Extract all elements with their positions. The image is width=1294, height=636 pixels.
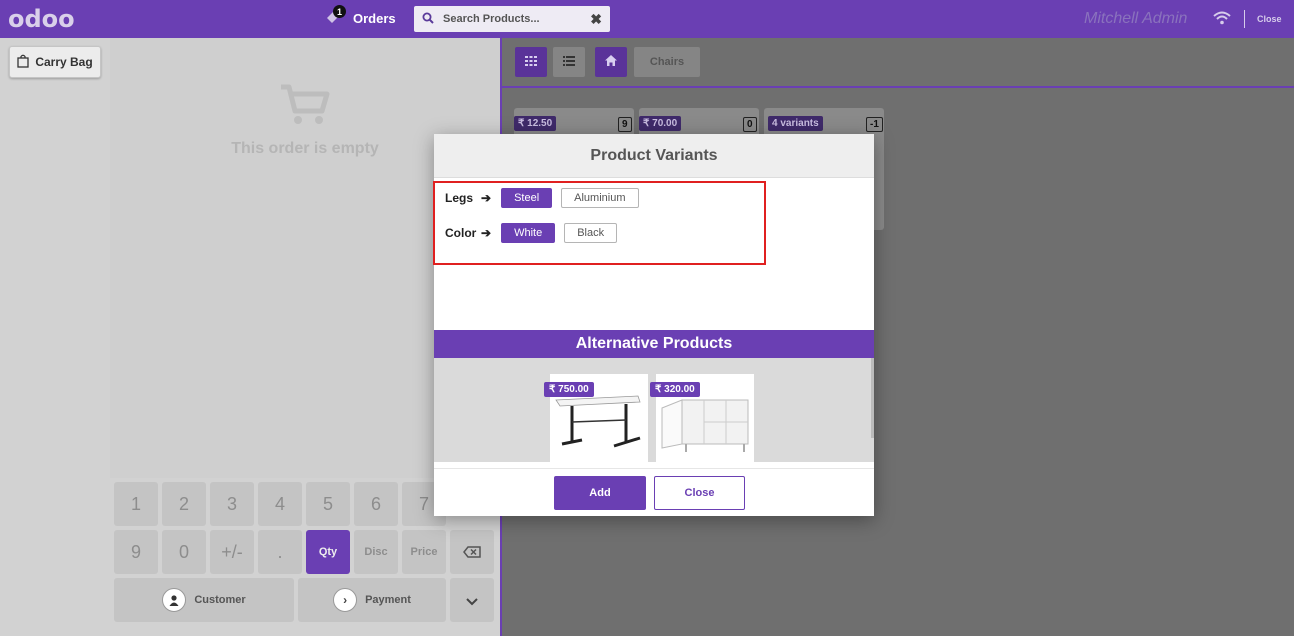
scrollbar[interactable] [871, 358, 874, 438]
numpad-key-0[interactable]: 0 [162, 530, 206, 574]
numpad-key-9[interactable]: 9 [114, 530, 158, 574]
user-icon [162, 588, 187, 612]
product-variants-dialog: Product Variants Legs ➔ Steel Aluminium … [433, 134, 874, 516]
product-variants-tag: 4 variants [768, 116, 823, 131]
top-header: odoo 1 Orders Search Products... ✖ Mitch… [0, 0, 1294, 38]
numpad-key-3[interactable]: 3 [210, 482, 254, 526]
header-close-button[interactable]: Close [1257, 14, 1282, 24]
dialog-footer: Add Close [434, 468, 874, 516]
header-divider [1244, 10, 1245, 28]
attribute-label: Color [445, 226, 477, 240]
attribute-row-legs: Legs ➔ Steel Aluminium [445, 188, 648, 208]
clear-search-icon[interactable]: ✖ [590, 11, 602, 28]
carry-bag-label: Carry Bag [35, 55, 93, 69]
payment-button[interactable]: › Payment [298, 578, 446, 622]
attribute-label: Legs [445, 191, 474, 205]
backspace-button[interactable] [450, 530, 494, 574]
backspace-icon [463, 542, 481, 563]
ticket-icon: 1 [325, 5, 346, 27]
numpad-qty-button[interactable]: Qty [306, 530, 350, 574]
arrow-right-icon: ➔ [481, 191, 492, 205]
customer-label: Customer [194, 594, 246, 606]
numpad-key-5[interactable]: 5 [306, 482, 350, 526]
payment-label: Payment [365, 594, 411, 606]
numpad-key-4[interactable]: 4 [258, 482, 302, 526]
numpad-key-dot[interactable]: . [258, 530, 302, 574]
orders-button[interactable]: 1 Orders [325, 5, 396, 27]
alternative-products-header: Alternative Products [434, 330, 874, 358]
products-toolbar: Chairs [502, 38, 1294, 88]
alternative-product-card[interactable]: ₹ 750.00 [544, 374, 648, 462]
list-icon [563, 53, 575, 71]
product-price-tag: ₹ 12.50 [514, 116, 557, 131]
attribute-row-color: Color ➔ White Black [445, 223, 626, 243]
numpad-key-1[interactable]: 1 [114, 482, 158, 526]
grid-view-button[interactable] [515, 47, 547, 77]
customer-button[interactable]: Customer [114, 578, 294, 622]
product-stock-count: 0 [743, 117, 757, 132]
home-icon [605, 53, 617, 71]
chevron-down-icon [466, 590, 478, 611]
breadcrumb-chairs[interactable]: Chairs [634, 47, 700, 77]
home-category-button[interactable] [595, 47, 627, 77]
arrow-right-icon: ➔ [481, 226, 492, 240]
orders-label: Orders [353, 10, 396, 26]
add-button[interactable]: Add [554, 476, 646, 510]
numpad-key-plus-minus[interactable]: +/- [210, 530, 254, 574]
chevron-right-icon: › [333, 588, 358, 612]
desk-image [554, 394, 644, 459]
option-aluminium[interactable]: Aluminium [561, 188, 639, 208]
user-name[interactable]: Mitchell Admin [1084, 10, 1187, 28]
dialog-title: Product Variants [434, 134, 874, 178]
search-placeholder: Search Products... [443, 13, 540, 25]
list-view-button[interactable] [553, 47, 585, 77]
numpad-key-2[interactable]: 2 [162, 482, 206, 526]
alternative-products-list: ₹ 750.00 ₹ 320.00 [434, 358, 874, 462]
product-price-tag: ₹ 70.00 [639, 116, 682, 131]
numpad-disc-button[interactable]: Disc [354, 530, 398, 574]
wifi-icon [1213, 11, 1231, 30]
orders-count-badge: 1 [333, 5, 346, 18]
carry-bag-button[interactable]: Carry Bag [9, 46, 101, 78]
alternative-price-tag: ₹ 750.00 [544, 382, 594, 397]
alternative-price-tag: ₹ 320.00 [650, 382, 700, 397]
product-stock-count: -1 [866, 117, 883, 132]
search-products-input[interactable]: Search Products... ✖ [414, 6, 610, 32]
option-steel[interactable]: Steel [501, 188, 553, 208]
option-white[interactable]: White [501, 223, 556, 243]
numpad-key-6[interactable]: 6 [354, 482, 398, 526]
more-button[interactable] [450, 578, 494, 622]
bag-icon [17, 54, 29, 71]
grid-icon [525, 53, 537, 71]
alternative-product-card[interactable]: ₹ 320.00 [650, 374, 754, 462]
cart-icon [280, 84, 330, 131]
option-black[interactable]: Black [564, 223, 618, 243]
odoo-logo: odoo [8, 5, 75, 33]
close-button[interactable]: Close [654, 476, 745, 510]
search-icon [422, 12, 434, 27]
numpad-price-button[interactable]: Price [402, 530, 446, 574]
cabinet-image [658, 394, 752, 457]
product-stock-count: 9 [618, 117, 632, 132]
